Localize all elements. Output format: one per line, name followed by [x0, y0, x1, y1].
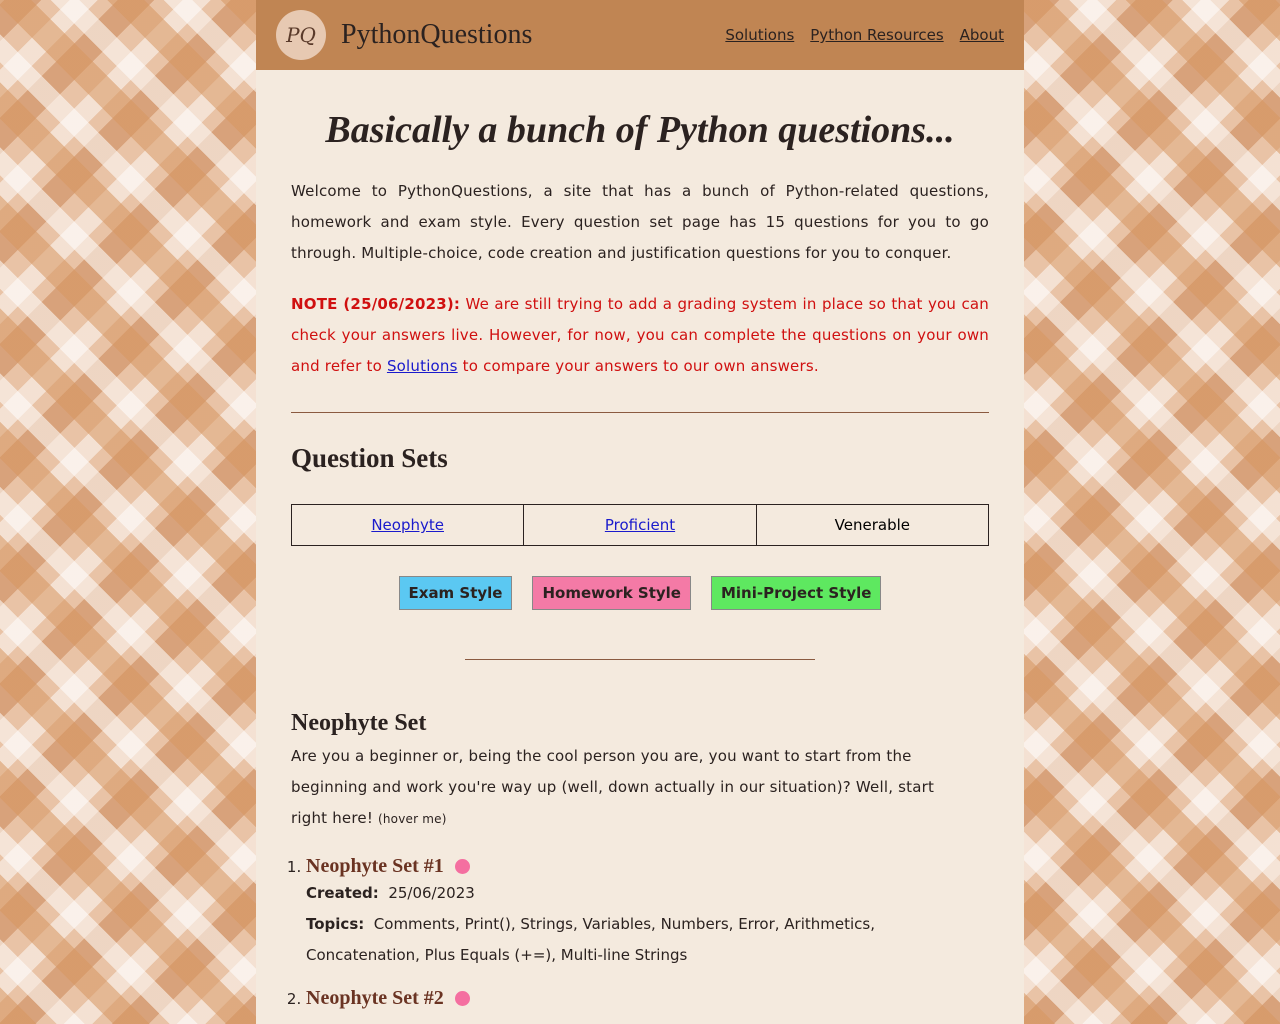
note-solutions-link[interactable]: Solutions [387, 357, 458, 375]
set-topics: Topics: Comments, Print(), Strings, Vari… [306, 909, 989, 971]
homework-style-dot-icon [454, 859, 470, 874]
set-title: Neophyte Set #1 [306, 855, 444, 877]
intro-paragraph: Welcome to PythonQuestions, a site that … [291, 182, 989, 262]
set-title: Neophyte Set #2 [306, 987, 444, 1009]
level-link-neophyte[interactable]: Neophyte [371, 516, 444, 534]
note-label: NOTE (25/06/2023): [291, 295, 461, 313]
page-container: PQ PythonQuestions Solutions Python Reso… [256, 0, 1024, 1024]
question-sets-heading: Question Sets [291, 443, 448, 473]
set-created: Created: 25/06/2023 [306, 878, 989, 909]
hover-hint[interactable]: (hover me) [378, 812, 447, 826]
style-legend: Exam Style Homework Style Mini-Project S… [291, 576, 989, 610]
list-item: Neophyte Set #1 Created: 25/06/2023 Topi… [306, 855, 989, 971]
page-title: Basically a bunch of Python questions... [325, 109, 955, 151]
site-brand[interactable]: PythonQuestions [341, 19, 532, 51]
divider [291, 412, 989, 413]
neophyte-description: Are you a beginner or, being the cool pe… [291, 741, 989, 835]
short-divider [465, 659, 815, 660]
mini-project-style-button[interactable]: Mini-Project Style [710, 576, 882, 610]
note-text-2: to compare your answers to our own answe… [457, 357, 819, 375]
neophyte-set-2-link[interactable]: Neophyte Set #2 [306, 987, 470, 1010]
level-label-venerable: Venerable [834, 516, 910, 534]
list-item: Neophyte Set #2 [306, 987, 989, 1010]
nav-about[interactable]: About [960, 26, 1004, 44]
level-cell-venerable: Venerable [755, 504, 990, 546]
neophyte-set-heading: Neophyte Set [291, 710, 427, 736]
created-label: Created: [306, 884, 379, 902]
level-cell-proficient: Proficient [523, 504, 757, 546]
neophyte-set-1-link[interactable]: Neophyte Set #1 [306, 855, 470, 878]
site-header: PQ PythonQuestions Solutions Python Reso… [256, 0, 1024, 70]
main-content: Basically a bunch of Python questions...… [256, 108, 1024, 1010]
site-logo[interactable]: PQ [276, 10, 326, 60]
level-link-proficient[interactable]: Proficient [605, 516, 675, 534]
exam-style-button[interactable]: Exam Style [398, 576, 513, 610]
main-nav: Solutions Python Resources About [725, 26, 1004, 44]
homework-style-dot-icon [454, 991, 470, 1006]
level-cell-neophyte: Neophyte [290, 504, 525, 546]
topics-label: Topics: [306, 915, 365, 933]
topics-value: Comments, Print(), Strings, Variables, N… [306, 915, 875, 964]
nav-python-resources[interactable]: Python Resources [810, 26, 943, 44]
neophyte-set-list: Neophyte Set #1 Created: 25/06/2023 Topi… [291, 855, 989, 1010]
nav-solutions[interactable]: Solutions [725, 26, 794, 44]
homework-style-button[interactable]: Homework Style [532, 576, 691, 610]
note-paragraph: NOTE (25/06/2023): We are still trying t… [291, 289, 989, 382]
level-table: Neophyte Proficient Venerable [290, 504, 990, 546]
created-date: 25/06/2023 [388, 884, 475, 902]
